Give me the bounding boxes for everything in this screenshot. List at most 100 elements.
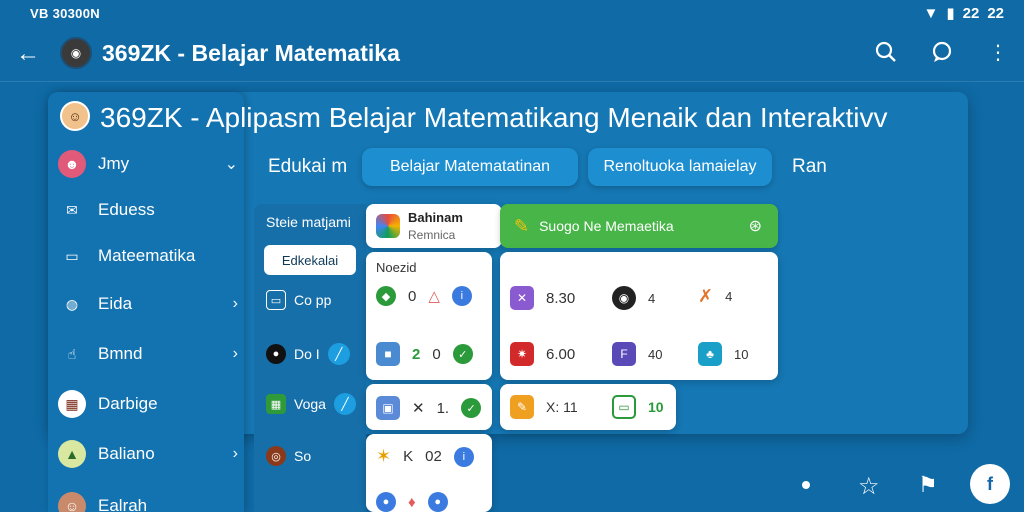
grid-cell-value: 10 xyxy=(648,399,664,415)
chevron-right-icon[interactable]: › xyxy=(233,445,238,463)
sidebar-item-eida[interactable]: ◍ Eida › xyxy=(58,284,238,324)
list-item[interactable]: ● ♦ ● xyxy=(376,492,448,512)
compass-icon[interactable]: ⊛ xyxy=(749,216,762,236)
grid-cell-value: 10 xyxy=(734,346,749,362)
grid-cell-value: X: 11 xyxy=(546,399,578,415)
header-card-subtitle: Remnica xyxy=(408,228,456,242)
grid-cell-value: 4 xyxy=(725,289,733,304)
grid-cell[interactable]: ✷ 6.00 xyxy=(510,342,575,366)
bookmark-icon[interactable]: ⚑ xyxy=(918,472,938,498)
sidebar-item-label: Bmnd xyxy=(98,344,143,363)
sub-row-label: So xyxy=(294,448,312,464)
list-item-value: 1. xyxy=(436,399,450,417)
app-avatar[interactable]: ◉ xyxy=(60,37,92,69)
triangle-icon: △ xyxy=(428,288,440,305)
status-bar: VB 30300N ▼ ▮ 22 22 xyxy=(0,0,1024,26)
share-icon[interactable]: f xyxy=(970,464,1010,504)
list-item[interactable]: ▣ ✕ 1. ✓ xyxy=(376,396,482,420)
sidebar-item-jmy[interactable]: ☻ Jmy ⌄ xyxy=(58,144,238,184)
chevron-right-icon[interactable]: › xyxy=(233,295,238,313)
circle-icon-2: ● xyxy=(427,492,448,512)
tree-icon: ♣ xyxy=(698,342,722,366)
list-item-value-2: 0 xyxy=(432,345,441,363)
list-card: ✶ K 02 i ● ♦ ● xyxy=(366,434,492,512)
globe-icon: ◍ xyxy=(65,295,79,312)
banner-label: Suogo Ne Memaetika xyxy=(539,218,674,234)
grid-cell[interactable]: ▭ 10 xyxy=(612,395,664,419)
grid-cell[interactable]: ✎ X: 11 xyxy=(510,395,578,419)
list-item[interactable]: ✶ K 02 i xyxy=(376,446,474,467)
dot-icon[interactable] xyxy=(802,481,810,489)
chat-icon[interactable] xyxy=(926,36,958,68)
tab-edukai[interactable]: Edukai m xyxy=(268,156,347,178)
grid-cell-value: 40 xyxy=(648,346,663,362)
landscape-icon: ▲ xyxy=(58,440,86,468)
list-item-value: K xyxy=(403,448,414,465)
grid-cell[interactable]: ✕ 8.30 xyxy=(510,286,575,310)
leaf-icon: ◆ xyxy=(376,286,396,306)
page-title: 369ZK - Aplipasm Belajar Matematikang Me… xyxy=(100,102,888,133)
face-icon: ☻ xyxy=(58,150,86,178)
target-icon: ◎ xyxy=(266,446,286,466)
tab-ran[interactable]: Ran xyxy=(792,156,827,178)
card-icon: ▭ xyxy=(266,290,286,310)
sidebar-item-label: Mateematika xyxy=(98,246,196,265)
cube-icon: ■ xyxy=(376,342,400,366)
sub-chip[interactable]: Edkekalai xyxy=(264,245,356,275)
list-card: ▣ ✕ 1. ✓ xyxy=(366,384,492,430)
more-vert-icon[interactable]: ⋮ xyxy=(982,36,1014,68)
sidebar-item-label: Darbige xyxy=(98,394,158,413)
sidebar-item-ealrah[interactable]: ☺ Ealrah xyxy=(58,486,238,512)
grid-cell-value: 8.30 xyxy=(546,289,576,307)
edit-icon[interactable]: ╱ xyxy=(327,343,350,365)
wifi-icon: ▼ xyxy=(923,4,939,22)
check-icon: ✓ xyxy=(461,398,482,418)
puzzle-icon xyxy=(376,214,400,238)
status-clock-2: 22 xyxy=(987,4,1004,22)
battery-icon: ▮ xyxy=(946,5,955,22)
info-icon: i xyxy=(453,446,474,467)
arrow-back-icon[interactable]: ← xyxy=(12,38,44,70)
calculator-icon: ▦ xyxy=(58,390,86,418)
ruler-icon: ✎ xyxy=(510,395,534,419)
star-icon[interactable]: ☆ xyxy=(858,472,880,501)
list-item-value: 2 xyxy=(412,345,421,363)
tab-belajar[interactable]: Belajar Matematatinan xyxy=(362,148,578,186)
sub-row[interactable]: ▦ Voga ╱ xyxy=(266,390,356,418)
status-icons: ▼ ▮ 22 22 xyxy=(923,4,1005,23)
status-text: VB 30300N xyxy=(30,6,100,21)
grid-cell[interactable]: ♣ 10 xyxy=(698,342,748,366)
sub-row[interactable]: ▭ Co pp xyxy=(266,286,331,314)
sidebar-item-label: Eida xyxy=(98,294,133,313)
pin-icon: ♦ xyxy=(408,493,416,511)
grid-cell[interactable]: ◉ 4 xyxy=(612,286,655,310)
tab-renoltuoka[interactable]: Renoltuoka lamaielay xyxy=(588,148,772,186)
cross-icon: ✗ xyxy=(698,286,714,306)
box-icon: ▣ xyxy=(376,396,400,420)
chevron-down-icon[interactable]: ⌄ xyxy=(225,154,238,174)
sub-row[interactable]: ◎ So xyxy=(266,442,311,470)
sidebar-item-bmnd[interactable]: ☝ Bmnd › xyxy=(58,334,238,374)
sub-row-label: Co pp xyxy=(294,292,332,308)
circle-icon: ● xyxy=(376,492,396,512)
search-icon[interactable] xyxy=(870,36,902,68)
shuffle-icon: ✕ xyxy=(510,286,534,310)
grid-cell[interactable]: ✗ 4 xyxy=(698,286,732,307)
header-card[interactable]: Bahinam Remnica xyxy=(366,204,502,248)
list-item[interactable]: ■ 2 0 ✓ xyxy=(376,342,473,366)
chevron-right-icon[interactable]: › xyxy=(233,345,238,363)
banner[interactable]: ✎ Suogo Ne Memaetika ⊛ xyxy=(500,204,778,248)
grid-cell-value: 4 xyxy=(648,290,656,306)
sidebar-item-darbige[interactable]: ▦ Darbige xyxy=(58,384,238,424)
sub-row[interactable]: ● Do I ╱ xyxy=(266,340,350,368)
sidebar-item-eduess[interactable]: ✉ Eduess xyxy=(58,190,238,230)
mail-icon: ✉ xyxy=(66,201,78,218)
sidebar-item-baliano[interactable]: ▲ Baliano › xyxy=(58,434,238,474)
sub-panel-title: Steie matjami xyxy=(266,214,351,230)
sidebar-item-mateematika[interactable]: ▭ Mateematika xyxy=(58,236,238,276)
list-item[interactable]: ◆ 0 △ i xyxy=(376,286,472,306)
edit-icon[interactable]: ╱ xyxy=(333,393,356,415)
monitor-icon: ▭ xyxy=(612,395,636,419)
grid-cell[interactable]: F 40 xyxy=(612,342,662,366)
grid-icon: ▦ xyxy=(266,394,286,414)
